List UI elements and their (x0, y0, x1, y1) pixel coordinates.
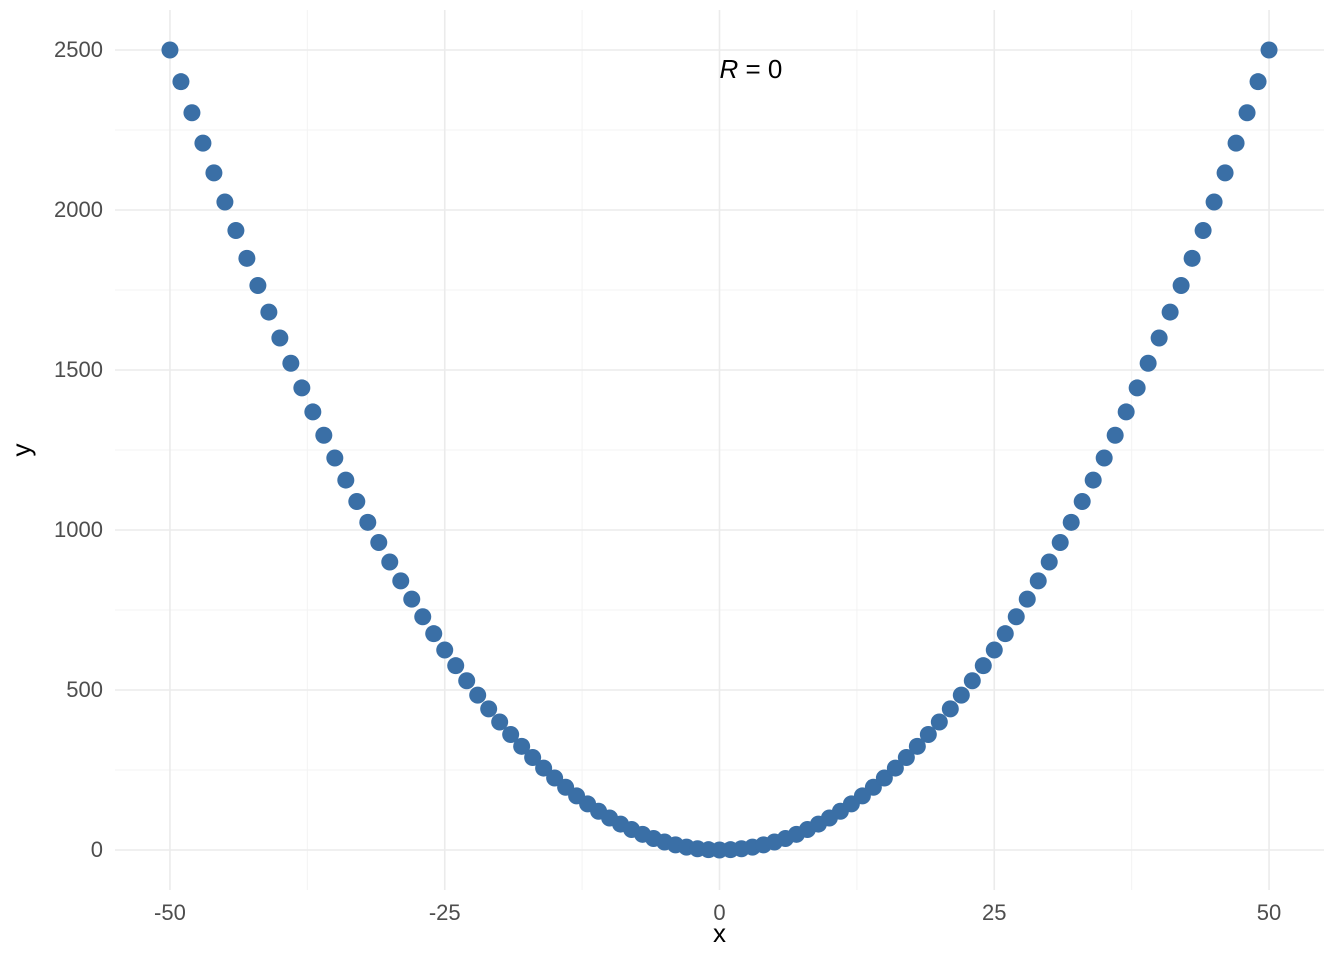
x-axis-title: x (713, 918, 726, 948)
data-point (172, 73, 189, 90)
data-point (183, 104, 200, 121)
data-point (458, 672, 475, 689)
data-point (403, 591, 420, 608)
data-point (1250, 73, 1267, 90)
data-point (480, 700, 497, 717)
data-point (1052, 534, 1069, 551)
y-tick-label: 500 (66, 677, 103, 702)
data-point (337, 472, 354, 489)
annotation-r-rest: = 0 (738, 54, 782, 84)
annotation-r-italic: R (720, 54, 739, 84)
data-point (1008, 608, 1025, 625)
x-tick-label: -25 (429, 900, 461, 925)
data-point (1096, 450, 1113, 467)
data-point (942, 700, 959, 717)
data-point (1195, 222, 1212, 239)
data-point (370, 534, 387, 551)
data-point (227, 222, 244, 239)
data-point (1107, 427, 1124, 444)
data-point (1074, 493, 1091, 510)
data-point (249, 277, 266, 294)
data-point (315, 427, 332, 444)
y-tick-label: 1500 (54, 357, 103, 382)
data-point (1019, 591, 1036, 608)
data-point (1140, 355, 1157, 372)
data-point (436, 642, 453, 659)
y-axis-title: y (6, 444, 36, 457)
data-point (326, 450, 343, 467)
data-point (1206, 194, 1223, 211)
data-point (1063, 514, 1080, 531)
data-point (359, 514, 376, 531)
data-point (1118, 403, 1135, 420)
data-point (1151, 330, 1168, 347)
y-tick-label: 2000 (54, 197, 103, 222)
data-point (260, 304, 277, 321)
data-point (304, 403, 321, 420)
data-point (975, 657, 992, 674)
data-point (953, 687, 970, 704)
data-point (1129, 379, 1146, 396)
data-point (414, 608, 431, 625)
data-point (425, 625, 442, 642)
x-tick-label: 25 (982, 900, 1006, 925)
data-point (1184, 250, 1201, 267)
data-point (1173, 277, 1190, 294)
y-tick-label: 0 (91, 837, 103, 862)
data-point (271, 330, 288, 347)
data-point (381, 554, 398, 571)
data-point (282, 355, 299, 372)
data-point (194, 135, 211, 152)
y-tick-label: 1000 (54, 517, 103, 542)
data-point (1261, 42, 1278, 59)
data-point (447, 657, 464, 674)
data-point (1041, 554, 1058, 571)
x-tick-label: 50 (1257, 900, 1281, 925)
data-point (348, 493, 365, 510)
data-point (1239, 104, 1256, 121)
data-point (293, 379, 310, 396)
data-point (469, 687, 486, 704)
chart-container: -50-250255005001000150020002500xyR = 0 (0, 0, 1344, 960)
data-point (1030, 572, 1047, 589)
annotation-r: R = 0 (720, 54, 783, 84)
data-point (161, 42, 178, 59)
y-tick-label: 2500 (54, 37, 103, 62)
data-point (997, 625, 1014, 642)
data-point (238, 250, 255, 267)
data-point (964, 672, 981, 689)
data-point (1162, 304, 1179, 321)
data-point (1217, 164, 1234, 181)
data-point (1228, 135, 1245, 152)
scatter-chart: -50-250255005001000150020002500xyR = 0 (0, 0, 1344, 960)
data-point (931, 714, 948, 731)
data-point (986, 642, 1003, 659)
data-point (216, 194, 233, 211)
data-point (205, 164, 222, 181)
data-point (392, 572, 409, 589)
data-point (1085, 472, 1102, 489)
x-tick-label: -50 (154, 900, 186, 925)
